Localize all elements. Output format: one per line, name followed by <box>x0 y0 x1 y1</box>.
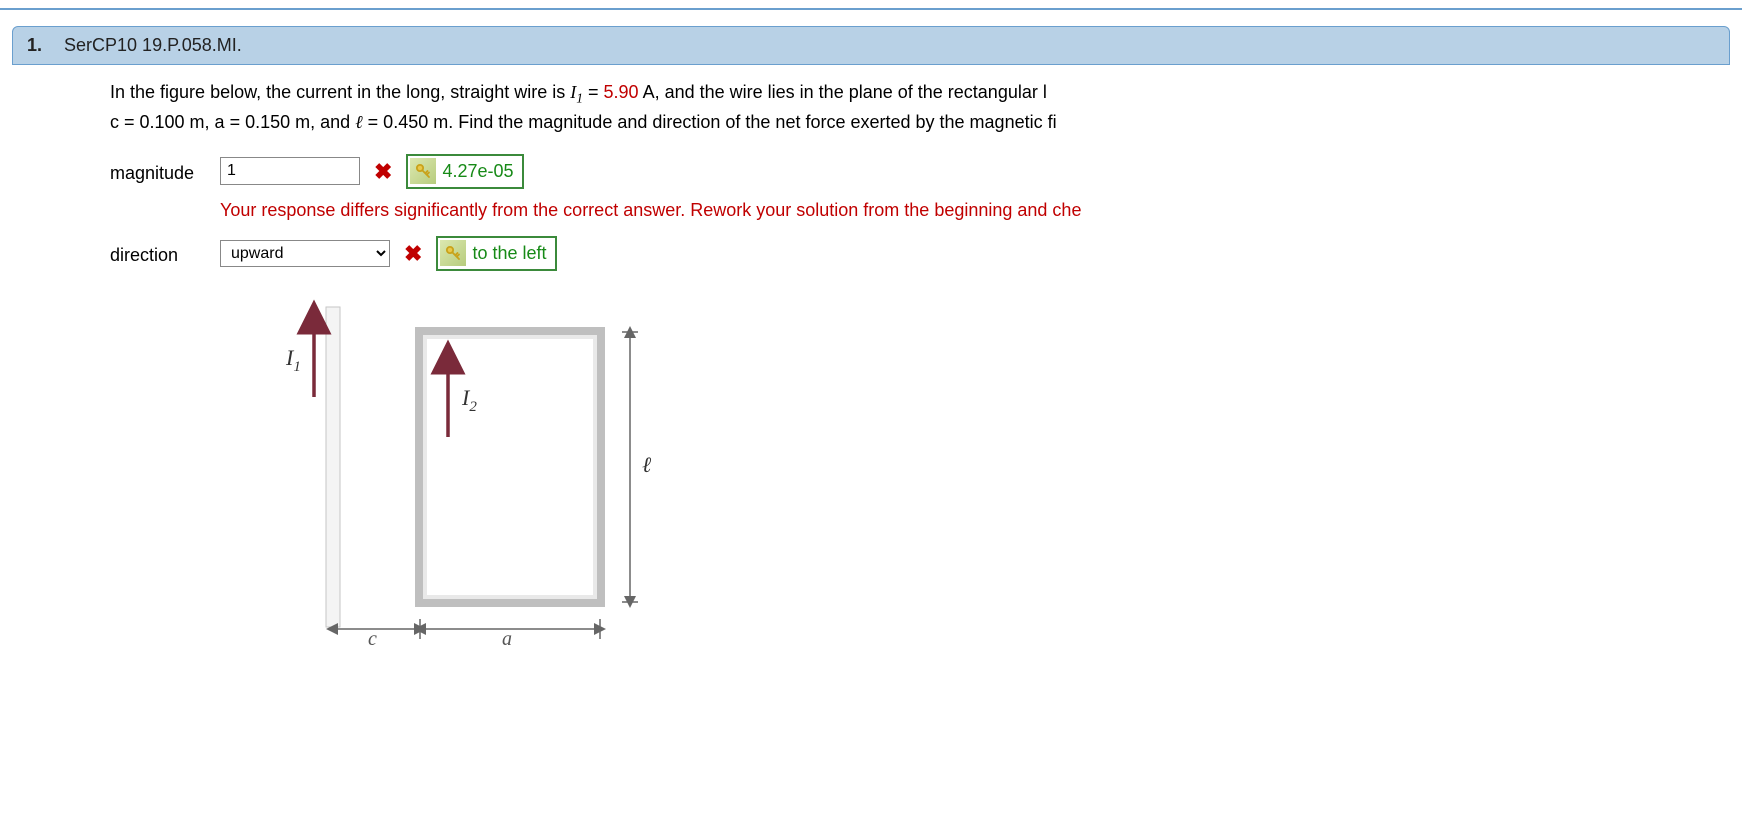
i1-label: I1 <box>285 345 301 375</box>
correct-answer-badge: 4.27e-05 <box>406 154 523 189</box>
magnitude-label: magnitude <box>110 154 220 187</box>
i1-subscript: 1 <box>576 91 583 106</box>
direction-label: direction <box>110 236 220 269</box>
ell-symbol: ℓ <box>355 112 363 132</box>
equals: = <box>588 82 604 102</box>
incorrect-icon: ✖ <box>404 237 422 270</box>
magnitude-correct: 4.27e-05 <box>442 158 513 185</box>
direction-select[interactable]: ---Select---upwarddownwardto the leftto … <box>220 240 390 267</box>
magnitude-row: magnitude ✖ 4.27e-05 <box>110 154 1730 224</box>
question-prompt: In the figure below, the current in the … <box>110 79 1730 136</box>
ell-label: ℓ <box>642 452 652 477</box>
straight-wire <box>326 307 340 627</box>
direction-row: direction ---Select---upwarddownwardto t… <box>110 236 1730 271</box>
key-icon <box>440 240 466 266</box>
magnitude-feedback: Your response differs significantly from… <box>220 197 1730 224</box>
prompt-text: A, and the wire lies in the plane of the… <box>643 82 1047 102</box>
loop-inner <box>425 337 595 597</box>
i2-label: I2 <box>461 385 477 415</box>
a-label: a <box>502 628 512 650</box>
question-id: SerCP10 19.P.058.MI. <box>64 35 242 56</box>
question-content: In the figure below, the current in the … <box>110 79 1730 665</box>
prompt-text: In the figure below, the current in the … <box>110 82 570 102</box>
correct-answer-badge: to the left <box>436 236 556 271</box>
i1-value: 5.90 <box>604 82 639 102</box>
question-number: 1. <box>27 35 42 56</box>
prompt-text: c = 0.100 m, a = 0.150 m, and <box>110 112 355 132</box>
figure-svg: I1 I2 ℓ c a <box>270 297 700 657</box>
c-label: c <box>368 628 377 650</box>
key-icon <box>410 158 436 184</box>
magnitude-input[interactable] <box>220 157 360 185</box>
question-header: 1. SerCP10 19.P.058.MI. <box>12 26 1730 65</box>
prompt-text: = 0.450 m. Find the magnitude and direct… <box>368 112 1057 132</box>
figure: I1 I2 ℓ c a <box>270 297 1730 665</box>
direction-correct: to the left <box>472 240 546 267</box>
top-divider <box>0 8 1742 10</box>
incorrect-icon: ✖ <box>374 155 392 188</box>
